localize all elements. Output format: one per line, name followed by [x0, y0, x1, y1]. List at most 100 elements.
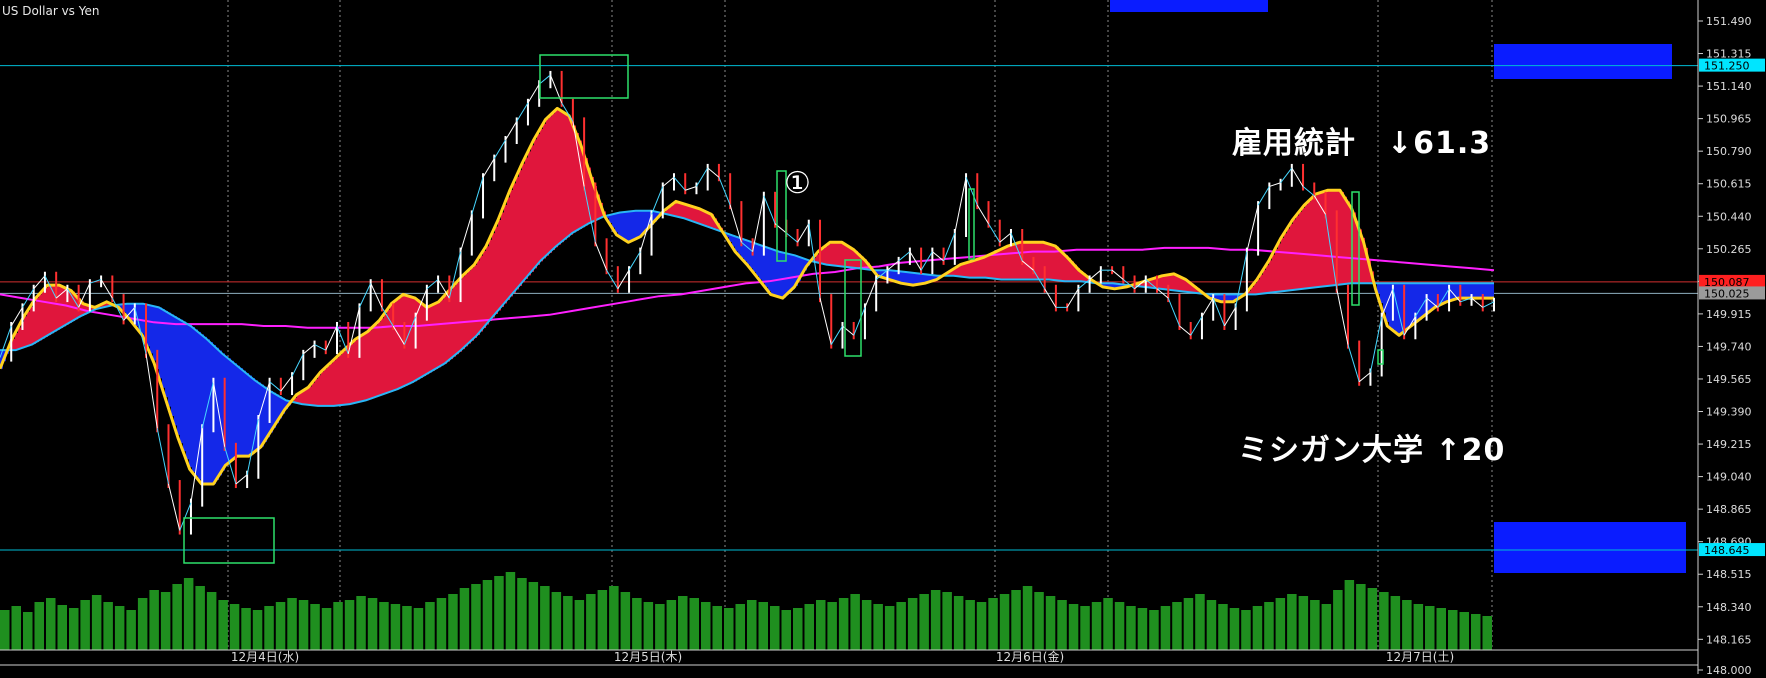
cloud-band: [408, 296, 411, 384]
cloud-band: [1263, 270, 1266, 294]
volume-bar: [759, 602, 769, 650]
volume-bar: [1287, 594, 1297, 650]
y-tick-label: 149.915: [1706, 308, 1752, 321]
cloud-band: [1284, 233, 1287, 291]
cloud-band: [420, 302, 423, 378]
volume-bar: [1471, 614, 1481, 650]
cloud-band: [1422, 283, 1425, 317]
cloud-band: [540, 129, 543, 261]
volume-bar: [575, 600, 585, 650]
volume-bar: [1172, 602, 1182, 650]
cloud-band: [501, 212, 504, 307]
cloud-band: [789, 254, 792, 292]
chart-svg: 151.490151.315151.140150.965150.790150.6…: [0, 0, 1766, 674]
cloud-band: [558, 109, 561, 245]
volume-bar: [563, 596, 573, 650]
volume-bar: [115, 606, 125, 650]
volume-bar: [517, 578, 527, 650]
volume-bar: [23, 612, 33, 650]
cloud-band: [579, 141, 582, 229]
cloud-band: [519, 170, 522, 286]
cloud-band: [531, 145, 534, 272]
cloud-band: [303, 391, 306, 405]
cloud-band: [324, 369, 327, 406]
cloud-band: [375, 325, 378, 397]
volume-bar: [805, 604, 815, 650]
volume-bar: [1046, 596, 1056, 650]
cloud-band: [1410, 283, 1413, 327]
cloud-band: [1314, 196, 1317, 288]
cloud-band: [621, 212, 624, 237]
cloud-band: [624, 212, 627, 239]
cloud-band: [1443, 283, 1446, 303]
cloud-band: [1488, 283, 1491, 298]
volume-bar: [1000, 594, 1010, 650]
cloud-band: [441, 299, 444, 365]
volume-bar: [609, 586, 619, 650]
volume-bar: [1402, 600, 1412, 650]
y-tick-label: 150.440: [1706, 210, 1752, 223]
cloud-band: [189, 325, 192, 467]
volume-bar: [92, 595, 102, 650]
cloud-band: [315, 379, 318, 406]
cloud-band: [1005, 247, 1008, 279]
cloud-band: [354, 341, 357, 403]
cloud-band: [522, 164, 525, 283]
cloud-band: [963, 264, 966, 277]
cloud-band: [1014, 244, 1017, 279]
cloud-band: [1452, 283, 1455, 300]
cloud-band: [636, 211, 639, 239]
y-tick-label: 150.265: [1706, 243, 1752, 256]
cloud-band: [1269, 260, 1272, 292]
volume-bar: [58, 605, 68, 650]
cloud-band: [159, 307, 162, 378]
volume-bar: [586, 594, 596, 650]
nfp-annotation: 雇用統計 ↓61.3: [1232, 118, 1491, 162]
cloud-band: [36, 298, 39, 342]
cloud-band: [465, 273, 468, 346]
volume-bar: [793, 608, 803, 650]
y-tick-label: 150.790: [1706, 145, 1752, 158]
cloud-band: [243, 371, 246, 456]
volume-bar: [827, 602, 837, 650]
cloud-band: [1341, 192, 1344, 284]
cloud-band: [45, 288, 48, 337]
cloud-band: [228, 358, 231, 463]
volume-bar: [1322, 604, 1332, 650]
volume-bar: [425, 602, 435, 650]
cloud-band: [318, 375, 321, 406]
volume-bar: [1057, 600, 1067, 650]
y-tick-label: 148.000: [1706, 664, 1752, 674]
cloud-band: [1308, 202, 1311, 289]
volume-bar: [1161, 606, 1171, 650]
cloud-band: [1026, 242, 1029, 279]
y-tick-label: 150.965: [1706, 113, 1752, 126]
volume-bar: [1218, 604, 1228, 650]
y-tick-label: 151.140: [1706, 80, 1752, 93]
cloud-band: [261, 385, 264, 447]
cloud-band: [909, 272, 912, 284]
volume-bar: [1195, 594, 1205, 650]
volume-bar: [667, 600, 677, 650]
volume-bar: [1368, 588, 1378, 650]
cloud-band: [462, 276, 465, 349]
volume-bar: [736, 604, 746, 650]
volume-bar: [218, 600, 228, 650]
cloud-band: [1173, 274, 1176, 290]
cloud-band: [528, 151, 531, 275]
volume-bar: [1034, 592, 1044, 650]
volume-bar: [529, 582, 539, 650]
volume-bar: [287, 598, 297, 650]
volume-bar: [0, 610, 10, 650]
volume-bar: [1310, 600, 1320, 650]
volume-bar: [862, 600, 872, 650]
volume-bar: [690, 598, 700, 650]
cloud-band: [1053, 245, 1056, 280]
volume-bar: [1011, 590, 1021, 650]
volume-bar: [368, 598, 378, 650]
volume-bar: [919, 594, 929, 650]
volume-bar: [460, 588, 470, 650]
y-tick-label: 150.615: [1706, 178, 1752, 191]
volume-bar: [1080, 606, 1090, 650]
volume-bar: [1264, 602, 1274, 650]
